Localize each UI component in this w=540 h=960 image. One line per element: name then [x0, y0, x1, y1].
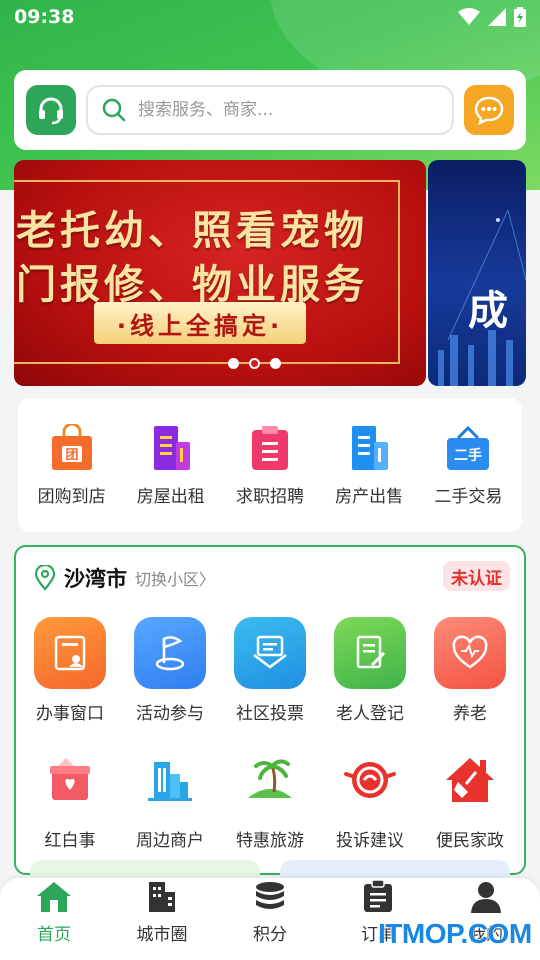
unverified-badge[interactable]: 未认证 [443, 561, 510, 591]
search-card [14, 70, 526, 150]
chevron-right-icon: 〉 [199, 570, 216, 589]
headset-icon [39, 97, 63, 125]
promo-banner[interactable]: 老托幼、照看宠物 门报修、物业服务 ·线上全搞定· [14, 160, 426, 386]
building-sale-icon [352, 425, 389, 470]
quick-link-label: 团购到店 [37, 486, 106, 507]
city-name: 沙湾市 [64, 567, 127, 591]
service-elderly-register[interactable]: 老人登记 [320, 617, 420, 724]
city-buildings-icon [134, 744, 206, 816]
wifi-icon [458, 8, 480, 25]
location-pin-icon [34, 565, 56, 591]
service-label: 投诉建议 [336, 831, 404, 851]
clipboard-job-icon [251, 425, 288, 470]
status-icons [458, 7, 526, 27]
switch-community-link[interactable]: 切换小区〉 [135, 566, 215, 590]
service-label: 养老 [453, 704, 487, 724]
tab-city-circle[interactable]: 城市圈 [112, 878, 212, 960]
svg-text:二手: 二手 [454, 447, 482, 464]
service-label: 周边商户 [136, 831, 204, 851]
next-banner-text: 成 [468, 288, 508, 334]
message-button[interactable] [464, 85, 514, 135]
service-label: 特惠旅游 [236, 831, 304, 851]
house-broom-icon [434, 744, 506, 816]
gift-box-icon [34, 744, 106, 816]
switch-community-label: 切换小区 [135, 570, 200, 589]
service-office-window[interactable]: 办事窗口 [20, 617, 120, 724]
chat-bubble-icon [474, 96, 504, 126]
quick-link-label: 二手交易 [434, 486, 503, 507]
watermark: ITMOP.COM [378, 918, 532, 949]
pager-dot[interactable] [270, 358, 281, 369]
service-label: 活动参与 [136, 704, 204, 724]
group-buy-bag-icon: 团 [51, 423, 92, 470]
banner-pill: ·线上全搞定· [94, 302, 306, 344]
quick-link-second-hand[interactable]: 二手 二手交易 [420, 424, 516, 507]
service-label: 红白事 [44, 831, 96, 851]
service-activities[interactable]: 活动参与 [120, 617, 220, 724]
coins-icon [256, 882, 284, 909]
search-box[interactable] [86, 85, 454, 135]
quick-link-house-sale[interactable]: 房产出售 [321, 424, 417, 507]
customer-service-button[interactable] [26, 85, 76, 135]
vote-box-icon [234, 617, 306, 689]
quick-link-label: 房屋出租 [136, 486, 205, 507]
banner-line-1: 老托幼、照看宠物 [16, 208, 368, 254]
service-weddings-funerals[interactable]: 红白事 [20, 744, 120, 851]
register-form-icon [334, 617, 406, 689]
tab-home[interactable]: 首页 [4, 878, 104, 960]
service-label: 老人登记 [336, 704, 404, 724]
whistle-icon [334, 744, 406, 816]
city-skyline-graphic [438, 209, 526, 386]
quick-link-group-buy[interactable]: 团 团购到店 [24, 423, 120, 507]
status-bar: 09:38 [0, 0, 540, 34]
service-travel-deals[interactable]: 特惠旅游 [220, 744, 320, 851]
service-label: 办事窗口 [36, 704, 104, 724]
service-label: 社区投票 [236, 704, 304, 724]
tab-label: 城市圈 [136, 925, 188, 945]
search-icon [102, 98, 126, 122]
service-voting[interactable]: 社区投票 [220, 617, 320, 724]
user-icon [471, 882, 501, 913]
quick-link-house-rent[interactable]: 房屋出租 [123, 424, 219, 507]
home-icon [37, 882, 71, 912]
community-header: 沙湾市 切换小区〉 [34, 563, 215, 593]
signal-icon [488, 8, 506, 26]
pager-dot[interactable] [228, 358, 239, 369]
svg-text:团: 团 [65, 448, 78, 463]
second-hand-tag-icon: 二手 [447, 425, 490, 470]
community-services-grid: 办事窗口 活动参与 社区投票 老人登记 养老 红白事 周边商户 特惠旅游 投诉建… [20, 617, 520, 851]
quick-link-label: 求职招聘 [235, 486, 304, 507]
heart-care-icon [434, 617, 506, 689]
pager-dot-active[interactable] [249, 358, 260, 369]
community-card: 沙湾市 切换小区〉 未认证 办事窗口 活动参与 社区投票 老人登记 养老 红白事… [14, 545, 526, 875]
tab-label: 积分 [253, 925, 287, 945]
service-elderly-care[interactable]: 养老 [420, 617, 520, 724]
quick-link-jobs[interactable]: 求职招聘 [222, 424, 318, 507]
palm-beach-icon [234, 744, 306, 816]
quick-link-label: 房产出售 [335, 486, 404, 507]
service-nearby-merchants[interactable]: 周边商户 [120, 744, 220, 851]
city-icon [149, 882, 175, 912]
status-time: 09:38 [14, 6, 75, 28]
building-rent-icon [153, 425, 190, 470]
banner-pager [228, 358, 281, 369]
service-housekeeping[interactable]: 便民家政 [420, 744, 520, 851]
next-banner-peek[interactable]: 成 [428, 160, 526, 386]
order-clipboard-icon [364, 880, 392, 912]
service-complaints[interactable]: 投诉建议 [320, 744, 420, 851]
battery-icon [514, 7, 526, 27]
id-card-icon [34, 617, 106, 689]
tab-points[interactable]: 积分 [220, 878, 320, 960]
tab-label: 首页 [37, 925, 71, 945]
flag-icon [134, 617, 206, 689]
search-input[interactable] [138, 100, 438, 120]
service-label: 便民家政 [436, 831, 504, 851]
quick-links: 团 团购到店 房屋出租 求职招聘 房产出售 二手 二手交易 [18, 398, 522, 532]
